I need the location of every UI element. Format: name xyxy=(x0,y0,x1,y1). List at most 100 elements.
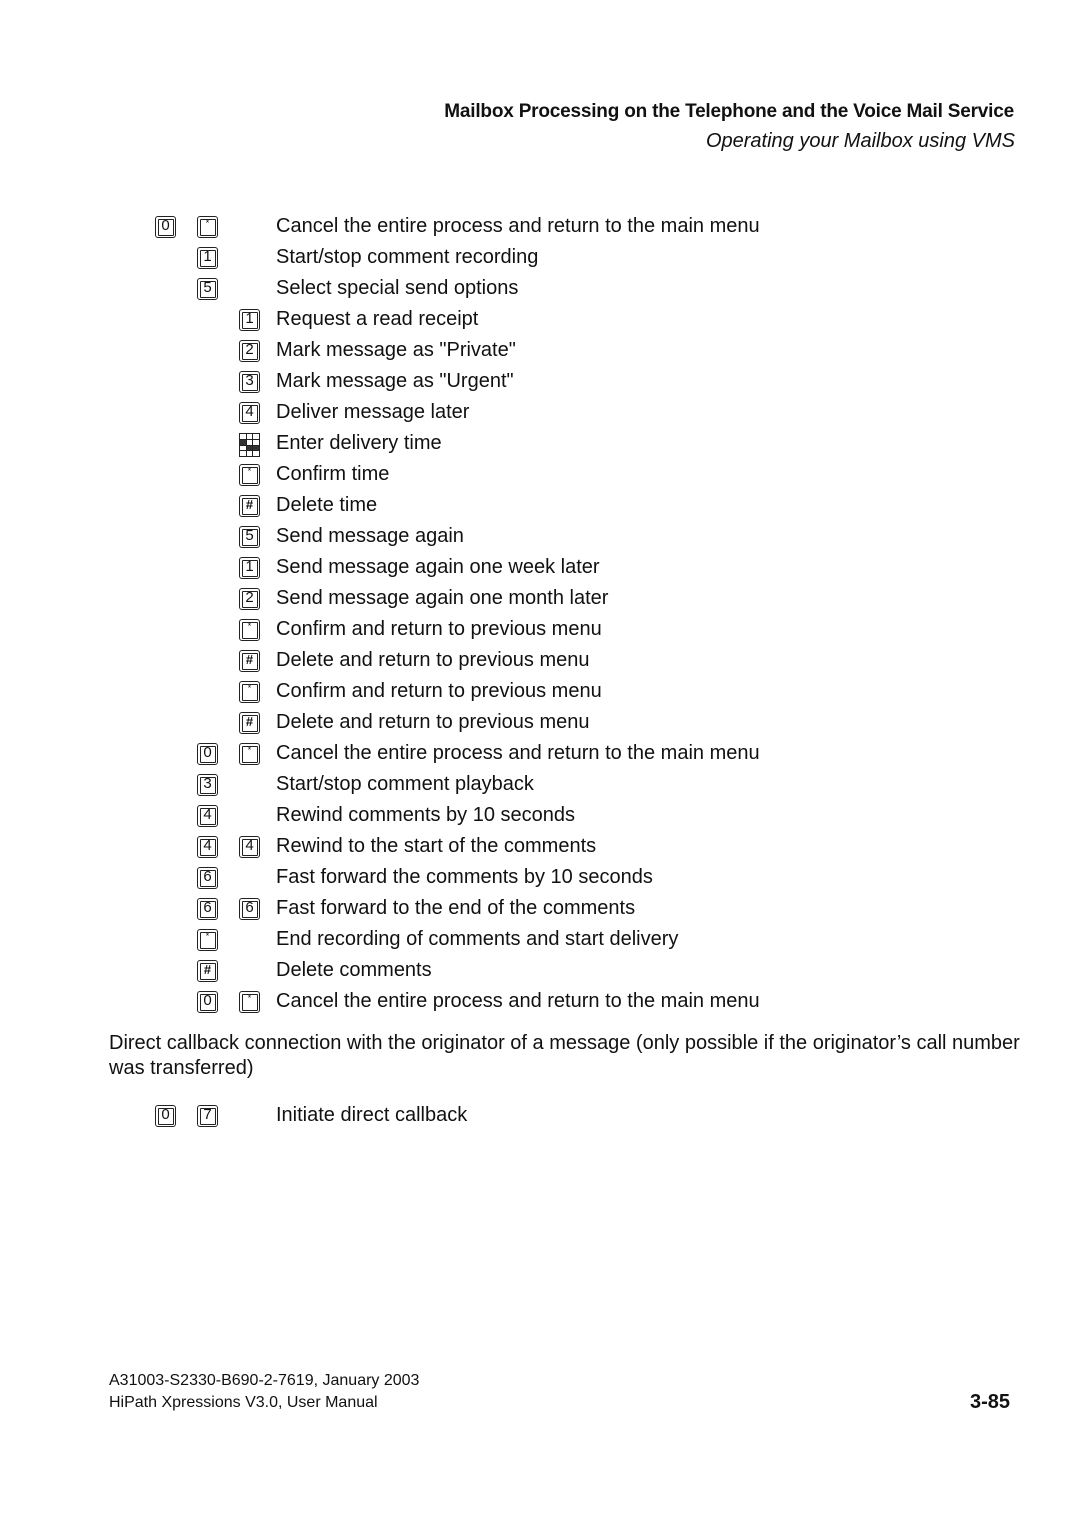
command-row: 3 Start/stop comment playback xyxy=(0,771,1080,802)
command-description: Confirm and return to previous menu xyxy=(276,680,602,702)
digit-0-key-icon: 0 xyxy=(155,216,176,238)
digit-6-key-icon: 6 xyxy=(197,867,218,889)
digit-4-key-icon: 4 xyxy=(239,402,260,424)
key-label: 6 xyxy=(203,868,212,885)
command-description: Confirm and return to previous menu xyxy=(276,618,602,640)
command-row: * Confirm time xyxy=(0,461,1080,492)
digit-2-key-icon: 2 xyxy=(239,588,260,610)
digit-0-key-icon: 0 xyxy=(197,743,218,765)
key-label: * xyxy=(205,218,210,228)
key-label: 1 xyxy=(203,248,212,265)
key-label: 1 xyxy=(245,310,254,327)
star-key-icon: * xyxy=(239,743,260,765)
key-label: 4 xyxy=(203,837,212,854)
command-description: Cancel the entire process and return to … xyxy=(276,215,760,237)
command-row: 1 Start/stop comment recording xyxy=(0,244,1080,275)
command-description: Cancel the entire process and return to … xyxy=(276,742,760,764)
command-row: * Confirm and return to previous menu xyxy=(0,616,1080,647)
digit-4-key-icon: 4 xyxy=(239,836,260,858)
hash-key-icon: # xyxy=(239,712,260,734)
section-subtitle: Operating your Mailbox using VMS xyxy=(705,130,1015,152)
star-key-icon: * xyxy=(197,216,218,238)
command-description: Delete time xyxy=(276,494,378,516)
command-description: Select special send options xyxy=(276,277,519,299)
key-label: * xyxy=(247,993,252,1003)
command-description: Deliver message later xyxy=(276,401,470,423)
command-description: Send message again xyxy=(276,525,464,547)
key-label: 4 xyxy=(203,806,212,823)
digit-5-key-icon: 5 xyxy=(197,278,218,300)
star-key-icon: * xyxy=(239,619,260,641)
command-description: Start/stop comment recording xyxy=(276,246,539,268)
command-row: Enter delivery time xyxy=(0,430,1080,461)
command-description: Delete comments xyxy=(276,959,432,981)
digit-7-key-icon: 7 xyxy=(197,1105,218,1127)
key-label: # xyxy=(245,714,254,729)
command-description: Confirm time xyxy=(276,463,390,485)
key-label: 5 xyxy=(203,279,212,296)
digit-6-key-icon: 6 xyxy=(239,898,260,920)
key-label: # xyxy=(245,497,254,512)
key-label: # xyxy=(203,962,212,977)
command-row: 1 Request a read receipt xyxy=(0,306,1080,337)
command-row: 6 Fast forward the comments by 10 seconds xyxy=(0,864,1080,895)
command-description: Start/stop comment playback xyxy=(276,773,534,795)
command-row: 2 Send message again one month later xyxy=(0,585,1080,616)
command-row: 0 * Cancel the entire process and return t… xyxy=(0,740,1080,771)
digit-3-key-icon: 3 xyxy=(197,774,218,796)
key-label: 6 xyxy=(203,899,212,916)
command-description: Initiate direct callback xyxy=(276,1104,468,1126)
command-row: 6 6 Fast forward to the end of the comment… xyxy=(0,895,1080,926)
key-label: 6 xyxy=(245,899,254,916)
command-row: 4 Deliver message later xyxy=(0,399,1080,430)
key-label: * xyxy=(247,466,252,476)
command-row: 1 Send message again one week later xyxy=(0,554,1080,585)
footer-manual-name: HiPath Xpressions V3.0, User Manual xyxy=(109,1394,378,1411)
section-title: Mailbox Processing on the Telephone and … xyxy=(444,101,1014,122)
page-number: 3-85 xyxy=(969,1391,1010,1413)
command-description: Mark message as "Private" xyxy=(276,339,516,361)
command-description: Delete and return to previous menu xyxy=(276,711,590,733)
hash-key-icon: # xyxy=(197,960,218,982)
digit-0-key-icon: 0 xyxy=(155,1105,176,1127)
command-description: Rewind comments by 10 seconds xyxy=(276,804,576,826)
command-row: 0 * Cancel the entire process and return t… xyxy=(0,213,1080,244)
digit-1-key-icon: 1 xyxy=(197,247,218,269)
key-label: 2 xyxy=(245,589,254,606)
key-label: 5 xyxy=(245,527,254,544)
footer-doc-number: A31003-S2330-B690-2-7619, January 2003 xyxy=(109,1372,420,1389)
key-label: 2 xyxy=(245,341,254,358)
digit-0-key-icon: 0 xyxy=(197,991,218,1013)
command-description: End recording of comments and start deli… xyxy=(276,928,679,950)
command-row: # Delete comments xyxy=(0,957,1080,988)
digit-5-key-icon: 5 xyxy=(239,526,260,548)
digit-6-key-icon: 6 xyxy=(197,898,218,920)
command-row: * End recording of comments and start del… xyxy=(0,926,1080,957)
command-description: Cancel the entire process and return to … xyxy=(276,990,760,1012)
command-row: 3 Mark message as "Urgent" xyxy=(0,368,1080,399)
key-label: * xyxy=(247,745,252,755)
key-label: 7 xyxy=(203,1106,212,1123)
command-row: * Confirm and return to previous menu xyxy=(0,678,1080,709)
digit-1-key-icon: 1 xyxy=(239,309,260,331)
digit-1-key-icon: 1 xyxy=(239,557,260,579)
key-label: 4 xyxy=(245,837,254,854)
hash-key-icon: # xyxy=(239,650,260,672)
command-row: # Delete time xyxy=(0,492,1080,523)
command-description: Mark message as "Urgent" xyxy=(276,370,514,392)
key-label: * xyxy=(247,683,252,693)
key-label: 0 xyxy=(161,217,170,234)
callback-row: Initiate direct callback 0 7 xyxy=(0,1102,1080,1133)
command-row: 0 * Cancel the entire process and return t… xyxy=(0,988,1080,1019)
command-description: Fast forward the comments by 10 seconds xyxy=(276,866,653,888)
key-label: 0 xyxy=(203,992,212,1009)
digit-3-key-icon: 3 xyxy=(239,371,260,393)
callback-paragraph: Direct callback connection with the orig… xyxy=(109,1032,1020,1079)
command-description: Delete and return to previous menu xyxy=(276,649,590,671)
keypad-entry-icon xyxy=(239,433,260,457)
star-key-icon: * xyxy=(197,929,218,951)
command-description: Rewind to the start of the comments xyxy=(276,835,597,857)
digit-2-key-icon: 2 xyxy=(239,340,260,362)
command-row: 5 Select special send options xyxy=(0,275,1080,306)
command-description: Send message again one week later xyxy=(276,556,600,578)
